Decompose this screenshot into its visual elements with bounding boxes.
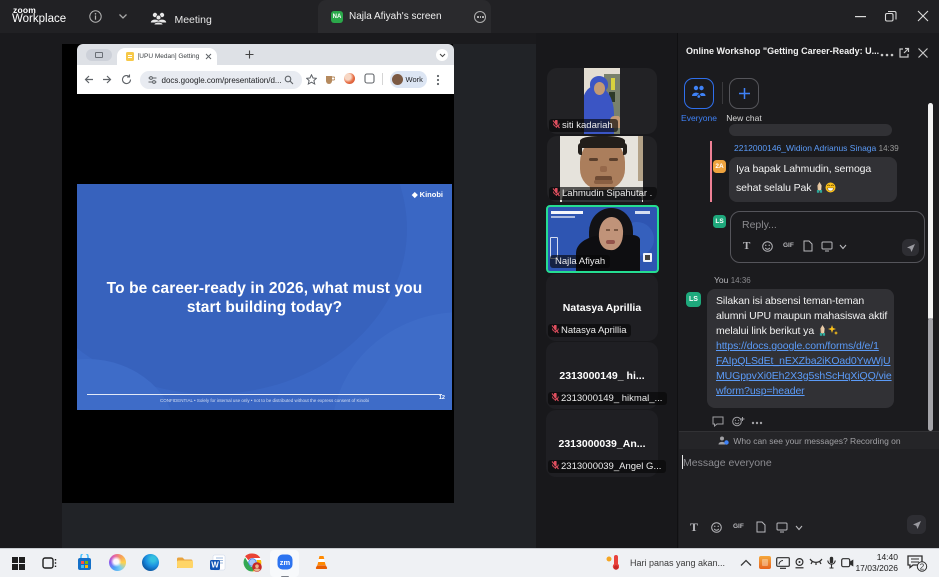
svg-text:zm: zm [280, 558, 291, 567]
svg-text:2: 2 [920, 563, 925, 572]
svg-text:W: W [211, 561, 219, 570]
